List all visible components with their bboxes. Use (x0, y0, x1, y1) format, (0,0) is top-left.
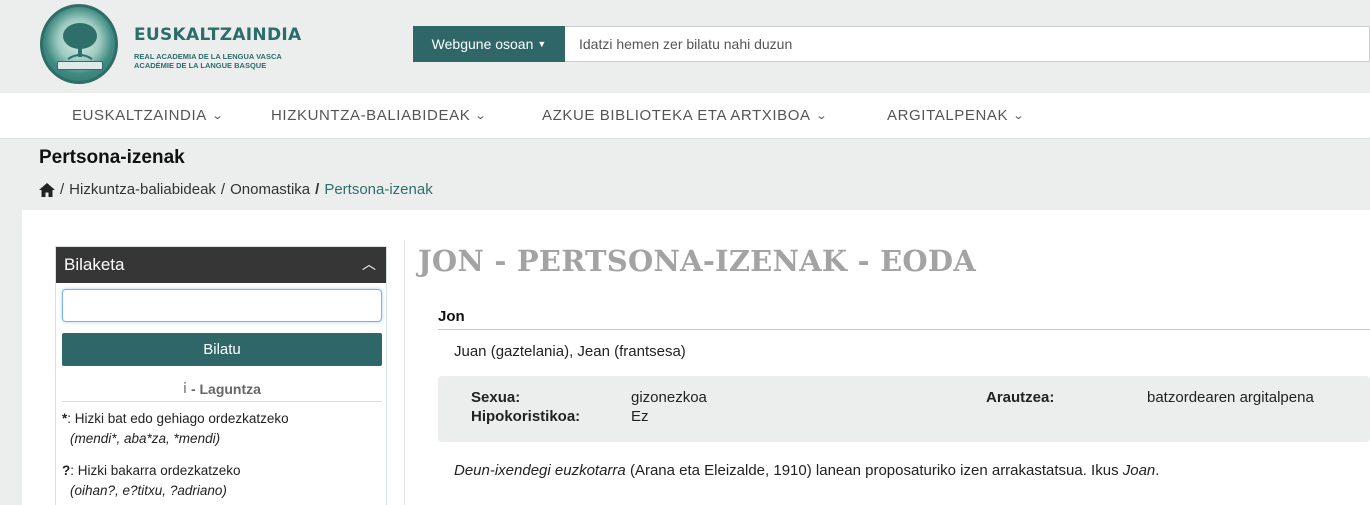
nav-item-label: AZKUE BIBLIOTEKA ETA ARTXIBOA (542, 107, 811, 124)
wildcard-example: (oihan?, e?titxu, ?adriano) (70, 483, 227, 498)
logo-subtitle-es: REAL ACADEMIA DE LA LENGUA VASCA (134, 52, 282, 61)
entry-heading: JON - PERTSONA-IZENAK - EODA (418, 244, 976, 278)
search-panel-header[interactable]: Bilaketa ︿ (56, 247, 386, 283)
breadcrumb-link-onomastika[interactable]: Onomastika (230, 181, 310, 198)
breadcrumb-link-hizkuntza-baliabideak[interactable]: Hizkuntza-baliabideak (69, 181, 216, 198)
nav-item-euskaltzaindia[interactable]: EUSKALTZAINDIA ⌄ (72, 107, 223, 124)
wildcard-description: : Hizki bat edo gehiago ordezkatzeko (67, 411, 289, 426)
breadcrumb-separator: / (60, 181, 65, 198)
search-button[interactable]: Bilatu (62, 333, 382, 366)
breadcrumb: / Hizkuntza-baliabideak / Onomastika / P… (39, 181, 433, 198)
info-icon: i (183, 381, 187, 397)
help-label: - Laguntza (190, 381, 261, 397)
logo-subtitle-fr: ACADÉMIE DE LA LANGUE BASQUE (134, 61, 267, 70)
chevron-down-icon: ⌄ (474, 110, 488, 122)
breadcrumb-separator: / (220, 181, 226, 198)
logo-title[interactable]: EUSKALTZAINDIA (134, 25, 301, 45)
site-search-input[interactable] (565, 26, 1370, 62)
nav-item-hizkuntza-baliabideak[interactable]: HIZKUNTZA-BALIABIDEAK ⌄ (271, 107, 488, 124)
description-end: . (1155, 462, 1160, 479)
entry-description: Deun-ixendegi euzkotarra (Arana eta Elei… (454, 462, 1159, 479)
search-scope-label: Webgune osoan (431, 36, 534, 52)
wildcard-symbol: ? (62, 463, 71, 478)
description-text: (Arana eta Eleizalde, 1910) lanean propo… (625, 462, 1123, 479)
nav-item-label: HIZKUNTZA-BALIABIDEAK (271, 107, 471, 124)
breadcrumb-current[interactable]: Pertsona-izenak (324, 181, 432, 198)
logo-seal-icon[interactable] (40, 4, 118, 84)
cross-reference-link[interactable]: Joan (1123, 462, 1156, 479)
chevron-down-icon: ⌄ (815, 110, 828, 122)
search-panel: Bilaketa ︿ Bilatu i - Laguntza *: Hizki … (55, 246, 387, 505)
entry-info-box: Sexua: gizonezkoa Hipokoristikoa: Ez Ara… (438, 376, 1370, 442)
sexua-label: Sexua: (471, 389, 521, 406)
breadcrumb-separator: / (315, 181, 320, 198)
nav-item-azkue-biblioteka[interactable]: AZKUE BIBLIOTEKA ETA ARTXIBOA ⌄ (542, 107, 828, 124)
wildcard-rule-question: ?: Hizki bakarra ordezkatzeko (oihan?, e… (62, 461, 382, 501)
entry-name: Jon (438, 308, 465, 325)
page-title-band: Pertsona-izenak / Hizkuntza-baliabideak … (0, 139, 1370, 210)
tree-icon (63, 23, 97, 60)
logo-ribbon (57, 61, 103, 70)
nav-item-label: ARGITALPENAK (887, 107, 1009, 124)
hipokoristikoa-value: Ez (631, 408, 649, 425)
help-link[interactable]: i - Laguntza (62, 381, 382, 402)
chevron-up-icon[interactable]: ︿ (362, 254, 376, 274)
left-gutter (0, 210, 22, 505)
search-scope-dropdown[interactable]: Webgune osoan ▼ (413, 26, 565, 62)
page-title: Pertsona-izenak (39, 147, 185, 168)
entry-equivalents: Juan (gaztelania), Jean (frantsesa) (454, 343, 686, 360)
wildcard-example: (mendi*, aba*za, *mendi) (70, 431, 221, 446)
caret-down-icon: ▼ (537, 39, 547, 49)
arautzea-value: batzordearen argitalpena (1147, 389, 1314, 406)
arautzea-label: Arautzea: (986, 389, 1055, 406)
sexua-value: gizonezkoa (631, 389, 707, 406)
nav-item-argitalpenak[interactable]: ARGITALPENAK ⌄ (887, 107, 1026, 124)
entry-divider (438, 329, 1370, 330)
home-icon[interactable] (39, 182, 55, 197)
chevron-down-icon: ⌄ (1012, 110, 1026, 122)
wildcard-description: : Hizki bakarra ordezkatzeko (70, 463, 241, 478)
nav-item-label: EUSKALTZAINDIA (72, 107, 207, 124)
wildcard-rule-asterisk: *: Hizki bat edo gehiago ordezkatzeko (m… (62, 409, 382, 449)
hipokoristikoa-label: Hipokoristikoa: (471, 408, 581, 425)
main-nav: EUSKALTZAINDIA ⌄ HIZKUNTZA-BALIABIDEAK ⌄… (0, 93, 1370, 139)
work-title: Deun-ixendegi euzkotarra (454, 462, 626, 479)
term-search-input[interactable] (62, 289, 382, 322)
chevron-down-icon: ⌄ (211, 110, 225, 122)
search-panel-title: Bilaketa (64, 255, 125, 274)
site-search: Webgune osoan ▼ (413, 26, 1370, 62)
site-header: EUSKALTZAINDIA REAL ACADEMIA DE LA LENGU… (0, 0, 1370, 93)
column-divider (404, 240, 405, 505)
